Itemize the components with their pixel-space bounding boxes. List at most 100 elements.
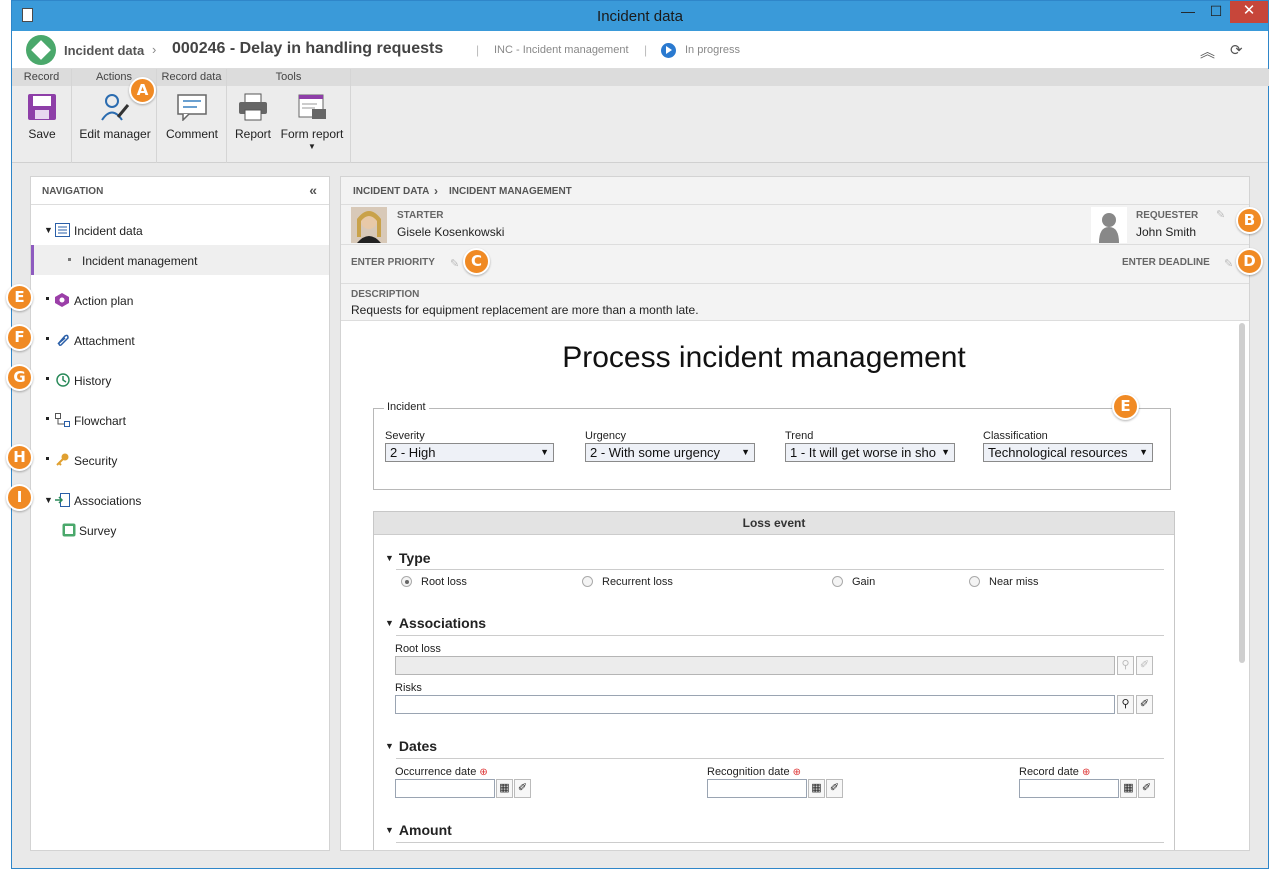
flowchart-icon — [55, 413, 70, 427]
calendar-icon[interactable]: ▦ — [1120, 779, 1137, 798]
nav-item-incident-data[interactable]: ▼ Incident data — [31, 215, 329, 245]
minimize-button[interactable]: — — [1174, 1, 1202, 23]
associations-icon — [55, 493, 70, 507]
nav-item-flowchart[interactable]: Flowchart — [31, 405, 329, 435]
severity-select[interactable]: 2 - High ▼ — [385, 443, 554, 462]
edit-pencil-icon[interactable]: ✎ — [450, 257, 459, 270]
enter-deadline-label[interactable]: ENTER DEADLINE — [1122, 257, 1210, 268]
enter-priority-label[interactable]: ENTER PRIORITY — [351, 257, 435, 268]
refresh-icon[interactable]: ⟳ — [1230, 41, 1243, 59]
radio-label: Near miss — [989, 576, 1039, 588]
header-divider: | — [644, 43, 648, 57]
callout-badge-e-nav: E — [6, 284, 33, 311]
app-logo-icon — [26, 35, 56, 65]
clear-brush-icon[interactable]: ✐ — [514, 779, 531, 798]
edit-manager-label: Edit manager — [79, 127, 151, 141]
root-loss-input[interactable] — [395, 656, 1115, 675]
report-button[interactable]: Report — [231, 93, 275, 141]
search-icon[interactable]: ⚲ — [1117, 656, 1134, 675]
select-value: 1 - It will get worse in sho — [790, 445, 936, 460]
navigation-header: NAVIGATION « — [31, 177, 329, 205]
nav-item-survey[interactable]: Survey — [31, 515, 329, 545]
record-date-input[interactable] — [1019, 779, 1119, 798]
radio-root-loss[interactable]: Root loss — [401, 576, 467, 588]
breadcrumb-root[interactable]: Incident data — [64, 43, 144, 58]
edit-pencil-icon[interactable]: ✎ — [1216, 208, 1225, 221]
record-title: 000246 - Delay in handling requests — [172, 40, 444, 57]
nav-item-incident-management[interactable]: Incident management — [31, 245, 329, 275]
search-icon[interactable]: ⚲ — [1117, 695, 1134, 714]
header-divider: | — [476, 43, 480, 57]
form-report-button[interactable]: Form report ▼ — [279, 93, 345, 151]
callout-badge-g: G — [6, 364, 33, 391]
close-button[interactable]: ✕ — [1230, 1, 1268, 23]
section-divider — [396, 635, 1164, 636]
collapse-up-icon[interactable]: ︽ — [1200, 41, 1215, 62]
comment-button[interactable]: Comment — [162, 93, 222, 141]
recognition-date-input[interactable] — [707, 779, 807, 798]
nav-item-security[interactable]: Security — [31, 445, 329, 475]
requester-label: REQUESTER — [1136, 210, 1199, 221]
classification-label: Classification — [983, 430, 1048, 442]
callout-badge-e-form: E — [1112, 393, 1139, 420]
classification-select[interactable]: Technological resources ▼ — [983, 443, 1153, 462]
breadcrumb-separator: › — [434, 184, 438, 198]
radio-recurrent-loss[interactable]: Recurrent loss — [582, 576, 673, 588]
radio-gain[interactable]: Gain — [832, 576, 875, 588]
section-amount[interactable]: ▼ Amount — [385, 822, 452, 838]
collapse-arrow-icon: ▼ — [385, 741, 394, 751]
section-title: Amount — [398, 822, 452, 838]
calendar-icon[interactable]: ▦ — [496, 779, 513, 798]
section-dates[interactable]: ▼ Dates — [385, 738, 437, 754]
edit-pencil-icon[interactable]: ✎ — [1224, 257, 1233, 270]
nav-item-attachment[interactable]: Attachment — [31, 325, 329, 355]
dropdown-arrow-icon[interactable]: ▼ — [279, 142, 345, 151]
clear-brush-icon[interactable]: ✐ — [1138, 779, 1155, 798]
label-text: Record date — [1019, 766, 1079, 778]
callout-badge-h: H — [6, 444, 33, 471]
required-icon: ⊕ — [479, 767, 488, 778]
recognition-date-label: Recognition date ⊕ — [707, 766, 801, 778]
group-title: Record data — [157, 69, 226, 86]
description-text: Requests for equipment replacement are m… — [351, 303, 699, 317]
radio-near-miss[interactable]: Near miss — [969, 576, 1039, 588]
callout-badge-f: F — [6, 324, 33, 351]
comment-icon — [177, 93, 207, 122]
expand-arrow-icon[interactable]: ▼ — [44, 225, 53, 235]
paperclip-icon — [55, 333, 70, 347]
urgency-select[interactable]: 2 - With some urgency ▼ — [585, 443, 755, 462]
maximize-button[interactable]: ☐ — [1202, 1, 1230, 23]
report-label: Report — [234, 127, 272, 141]
fieldset-legend: Incident — [384, 401, 429, 413]
nav-item-associations[interactable]: ▼ Associations — [31, 485, 329, 515]
trend-select[interactable]: 1 - It will get worse in sho ▼ — [785, 443, 955, 462]
save-button[interactable]: Save — [17, 93, 67, 141]
ribbon-header-filler — [351, 69, 1269, 86]
vertical-scrollbar[interactable] — [1239, 323, 1245, 663]
breadcrumb-item[interactable]: INCIDENT DATA — [353, 186, 429, 197]
bullet — [46, 417, 49, 420]
occurrence-date-input[interactable] — [395, 779, 495, 798]
collapse-panel-icon[interactable]: « — [309, 182, 317, 198]
clear-brush-icon[interactable]: ✐ — [1136, 695, 1153, 714]
expand-arrow-icon[interactable]: ▼ — [44, 495, 53, 505]
trend-label: Trend — [785, 430, 814, 442]
nav-item-action-plan[interactable]: Action plan — [31, 285, 329, 315]
record-date-label: Record date ⊕ — [1019, 766, 1090, 778]
clear-brush-icon[interactable]: ✐ — [1136, 656, 1153, 675]
section-type[interactable]: ▼ Type — [385, 550, 431, 566]
requester-name: John Smith — [1136, 225, 1197, 239]
nav-item-history[interactable]: History — [31, 365, 329, 395]
radio-checked-icon — [401, 576, 412, 587]
risks-input[interactable] — [395, 695, 1115, 714]
required-icon: ⊕ — [1082, 767, 1091, 778]
section-associations[interactable]: ▼ Associations — [385, 615, 486, 631]
required-icon: ⊕ — [792, 767, 802, 778]
collapse-arrow-icon: ▼ — [385, 825, 394, 835]
clear-brush-icon[interactable]: ✐ — [826, 779, 843, 798]
bullet — [46, 377, 49, 380]
floppy-disk-icon — [27, 93, 57, 121]
calendar-icon[interactable]: ▦ — [808, 779, 825, 798]
section-title: Associations — [398, 615, 487, 631]
radio-label: Recurrent loss — [602, 576, 673, 588]
